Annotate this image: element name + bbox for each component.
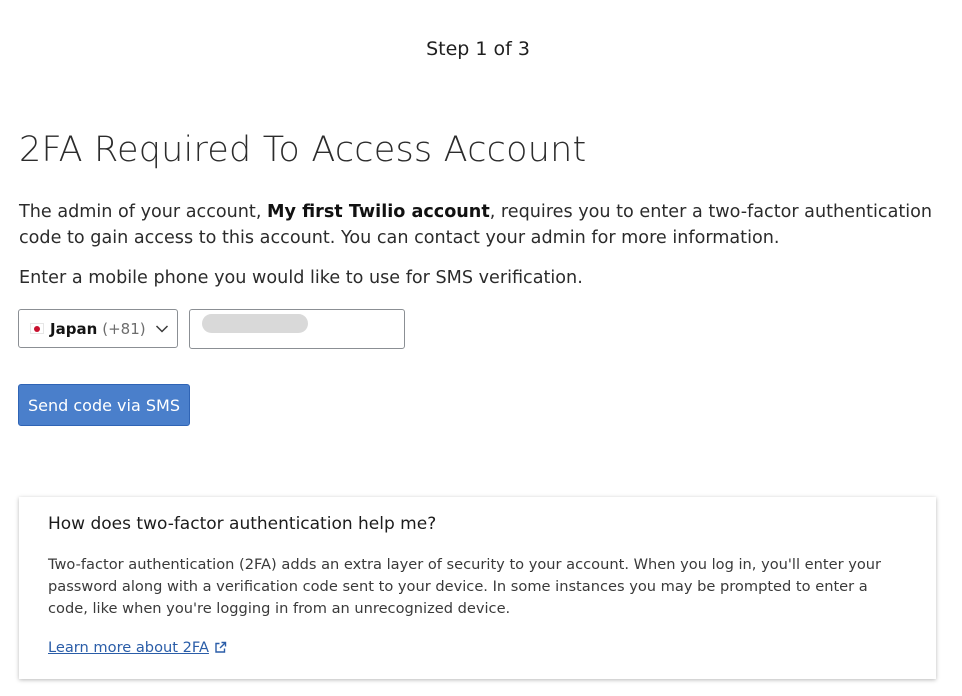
japan-flag-icon: [30, 323, 44, 334]
chevron-down-icon: [155, 324, 168, 333]
help-body: Two-factor authentication (2FA) adds an …: [48, 556, 882, 617]
step-indicator: Step 1 of 3: [426, 38, 530, 60]
page-title: 2FA Required To Access Account: [19, 130, 587, 170]
learn-more-link[interactable]: Learn more about 2FA: [48, 639, 227, 656]
send-code-button[interactable]: Send code via SMS: [18, 384, 190, 426]
description-prefix: The admin of your account,: [19, 202, 268, 222]
country-name: Japan: [50, 319, 98, 338]
page-description: The admin of your account, My first Twil…: [19, 199, 944, 251]
external-link-icon: [215, 641, 227, 653]
help-card: How does two-factor authentication help …: [19, 497, 936, 679]
account-name: My first Twilio account: [267, 202, 490, 222]
country-code-select[interactable]: Japan (+81): [18, 309, 178, 348]
learn-more-label: Learn more about 2FA: [48, 639, 209, 656]
country-dial-code: (+81): [102, 319, 146, 338]
phone-prompt: Enter a mobile phone you would like to u…: [19, 268, 583, 288]
help-title: How does two-factor authentication help …: [48, 514, 437, 534]
redacted-phone-number: [202, 314, 308, 333]
